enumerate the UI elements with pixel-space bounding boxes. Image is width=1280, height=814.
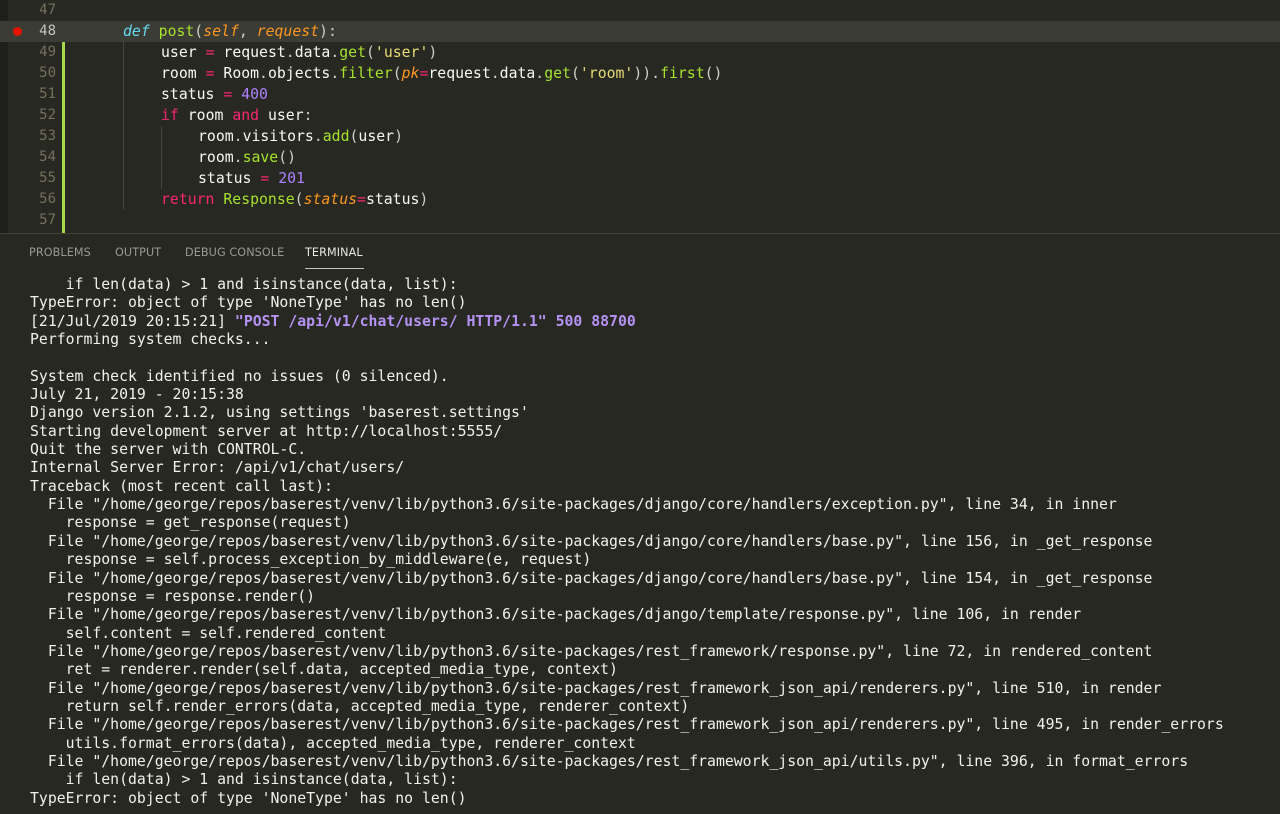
terminal-line: File "/home/george/repos/baserest/venv/l… xyxy=(30,496,1117,514)
terminal-output[interactable]: if len(data) > 1 and isinstance(data, li… xyxy=(30,276,1275,814)
terminal-line: utils.format_errors(data), accepted_medi… xyxy=(30,734,636,752)
code-text: def post(self, request): xyxy=(123,23,337,40)
log-timestamp: [21/Jul/2019 20:15:21] xyxy=(30,312,235,330)
terminal-line: File "/home/george/repos/baserest/venv/l… xyxy=(30,606,1082,624)
terminal-line: self.content = self.rendered_content xyxy=(30,624,387,642)
terminal-line: File "/home/george/repos/baserest/venv/l… xyxy=(30,752,1189,770)
line-number: 52 xyxy=(39,107,56,123)
active-tab-indicator xyxy=(305,268,364,269)
panel-tabs: PROBLEMS OUTPUT DEBUG CONSOLE TERMINAL xyxy=(0,233,1280,273)
code-line[interactable]: 54 room.save() xyxy=(0,147,1280,168)
tab-debug-console[interactable]: DEBUG CONSOLE xyxy=(185,246,284,259)
line-number: 54 xyxy=(39,149,56,165)
line-number: 55 xyxy=(39,170,56,186)
terminal-line: July 21, 2019 - 20:15:38 xyxy=(30,386,244,404)
terminal-line-http: [21/Jul/2019 20:15:21] "POST /api/v1/cha… xyxy=(30,313,1275,331)
terminal-line: response = self.process_exception_by_mid… xyxy=(30,551,592,569)
code-text: if room and user: xyxy=(161,107,313,124)
code-text: status = 201 xyxy=(198,170,305,187)
code-line-active[interactable]: 48 def post(self, request): xyxy=(0,21,1280,42)
code-text: room.visitors.add(user) xyxy=(198,128,403,145)
terminal-line: TypeError: object of type 'NoneType' has… xyxy=(30,789,467,807)
code-text: room = Room.objects.filter(pk=request.da… xyxy=(161,65,723,82)
code-line[interactable]: 57 xyxy=(0,210,1280,231)
line-number: 51 xyxy=(39,86,56,102)
code-text: user = request.data.get('user') xyxy=(161,44,438,61)
terminal-line: if len(data) > 1 and isinstance(data, li… xyxy=(30,771,458,789)
code-text: room.save() xyxy=(198,149,297,166)
line-number: 48 xyxy=(39,23,56,39)
terminal-line: Django version 2.1.2, using settings 'ba… xyxy=(30,404,529,422)
bottom-panel: PROBLEMS OUTPUT DEBUG CONSOLE TERMINAL i… xyxy=(0,233,1280,814)
terminal-line: return self.render_errors(data, accepted… xyxy=(30,697,690,715)
tab-terminal[interactable]: TERMINAL xyxy=(305,246,363,259)
terminal-line: System check identified no issues (0 sil… xyxy=(30,367,449,385)
line-number: 56 xyxy=(39,191,56,207)
terminal-line: Performing system checks... xyxy=(30,331,271,349)
code-line[interactable]: 51 status = 400 xyxy=(0,84,1280,105)
terminal-line: Internal Server Error: /api/v1/chat/user… xyxy=(30,459,405,477)
terminal-line: File "/home/george/repos/baserest/venv/l… xyxy=(30,569,1153,587)
line-number: 50 xyxy=(39,65,56,81)
line-number: 53 xyxy=(39,128,56,144)
tab-problems[interactable]: PROBLEMS xyxy=(29,246,91,259)
code-line[interactable]: 49 user = request.data.get('user') xyxy=(0,42,1280,63)
code-line[interactable]: 50 room = Room.objects.filter(pk=request… xyxy=(0,63,1280,84)
code-editor[interactable]: 47 48 def post(self, request): 49 user =… xyxy=(0,0,1280,233)
http-request-log: "POST /api/v1/chat/users/ HTTP/1.1" 500 … xyxy=(234,312,636,330)
terminal-line: File "/home/george/repos/baserest/venv/l… xyxy=(30,532,1153,550)
terminal-line: Traceback (most recent call last): xyxy=(30,477,333,495)
line-number: 47 xyxy=(39,2,56,18)
terminal-line: if len(data) > 1 and isinstance(data, li… xyxy=(30,276,458,293)
terminal-line: File "/home/george/repos/baserest/venv/l… xyxy=(30,716,1224,734)
terminal-line: response = response.render() xyxy=(30,587,316,605)
terminal-line: ret = renderer.render(self.data, accepte… xyxy=(30,661,618,679)
terminal-line: File "/home/george/repos/baserest/venv/l… xyxy=(30,642,1153,660)
terminal-line: TypeError: object of type 'NoneType' has… xyxy=(30,294,467,312)
code-line[interactable]: 47 xyxy=(0,0,1280,21)
terminal-line: response = get_response(request) xyxy=(30,514,351,532)
line-number: 57 xyxy=(39,212,56,228)
tab-output[interactable]: OUTPUT xyxy=(115,246,161,259)
code-line[interactable]: 53 room.visitors.add(user) xyxy=(0,126,1280,147)
code-line[interactable]: 55 status = 201 xyxy=(0,168,1280,189)
code-text: return Response(status=status) xyxy=(161,191,429,208)
terminal-line: File "/home/george/repos/baserest/venv/l… xyxy=(30,679,1162,697)
terminal-line: Quit the server with CONTROL-C. xyxy=(30,441,307,459)
line-number: 49 xyxy=(39,44,56,60)
code-line[interactable]: 52 if room and user: xyxy=(0,105,1280,126)
terminal-line: Starting development server at http://lo… xyxy=(30,422,503,440)
code-line[interactable]: 56 return Response(status=status) xyxy=(0,189,1280,210)
code-text: status = 400 xyxy=(161,86,268,103)
